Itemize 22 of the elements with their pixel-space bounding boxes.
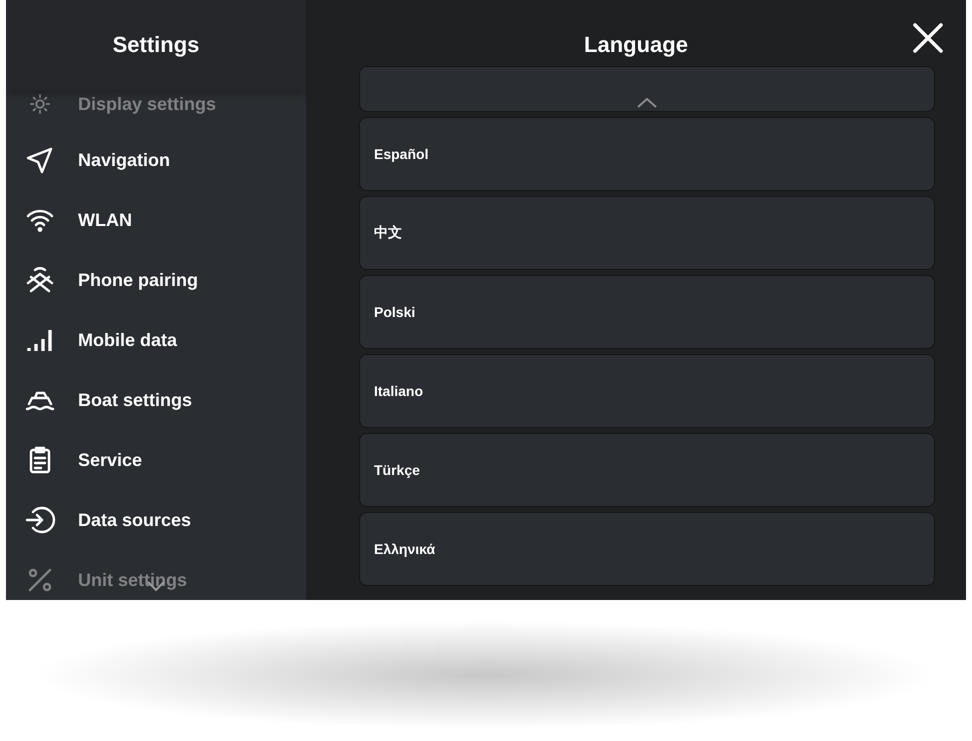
sign-in-icon bbox=[24, 504, 56, 536]
menu-item[interactable]: WLAN bbox=[6, 190, 306, 250]
language-option[interactable]: Türkçe bbox=[359, 433, 935, 507]
panel-title: Language bbox=[584, 32, 688, 58]
close-icon[interactable] bbox=[910, 20, 946, 56]
sun-icon bbox=[28, 92, 52, 116]
menu-item[interactable]: Display settings bbox=[6, 90, 306, 130]
menu-item[interactable]: Unit settings bbox=[6, 550, 306, 600]
language-option[interactable]: 中文 bbox=[359, 196, 935, 270]
menu-item[interactable]: Phone pairing bbox=[6, 250, 306, 310]
language-option[interactable]: Polski bbox=[359, 275, 935, 349]
menu-item[interactable]: Mobile data bbox=[6, 310, 306, 370]
menu-item[interactable]: Boat settings bbox=[6, 370, 306, 430]
menu-item[interactable]: Navigation bbox=[6, 130, 306, 190]
chevron-up-icon[interactable] bbox=[636, 97, 658, 109]
chevron-down-icon[interactable] bbox=[146, 580, 166, 592]
sidebar-title: Settings bbox=[112, 32, 200, 58]
language-option[interactable]: Ελληνικά bbox=[359, 512, 935, 586]
language-option[interactable]: Español bbox=[359, 117, 935, 191]
menu-item[interactable]: Data sources bbox=[6, 490, 306, 550]
menu-item[interactable]: Service bbox=[6, 430, 306, 490]
language-option[interactable]: Italiano bbox=[359, 354, 935, 428]
